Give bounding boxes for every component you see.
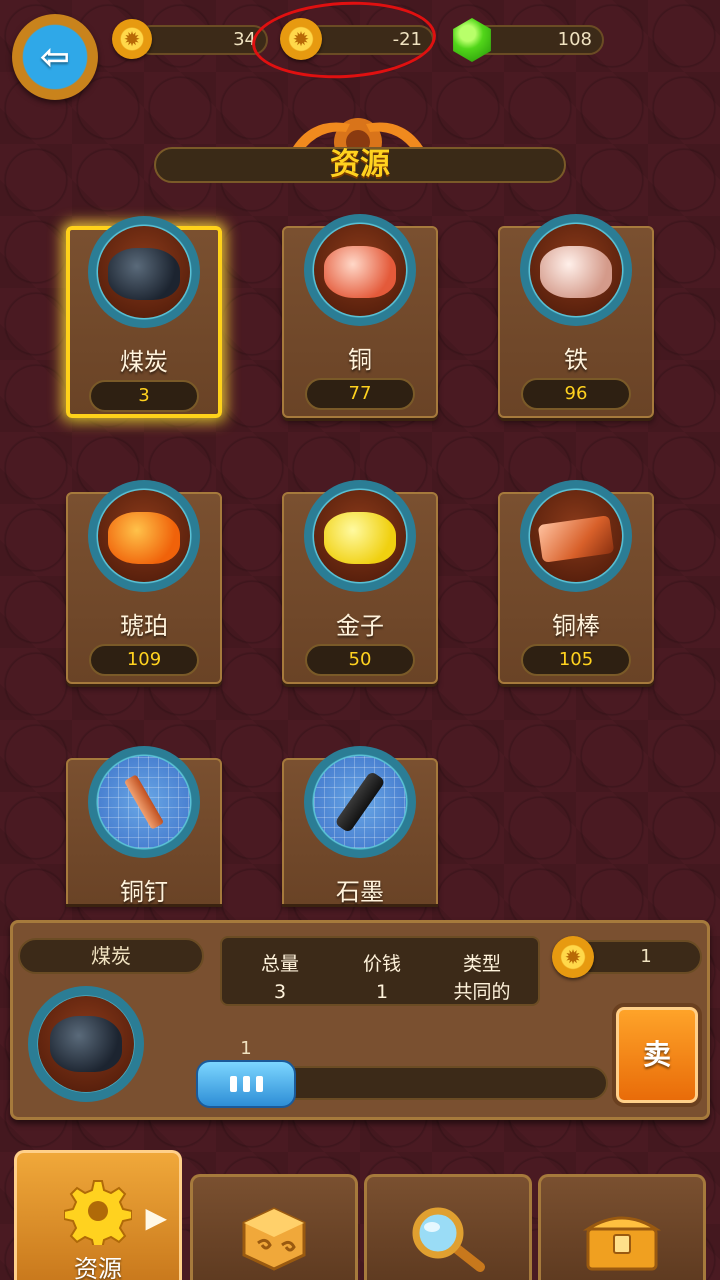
- copper-ore-icon: [304, 214, 416, 326]
- resource-card-amber[interactable]: 琥珀 109: [66, 480, 222, 684]
- sell-button[interactable]: 卖: [612, 1003, 702, 1107]
- iron-ore-icon: [520, 214, 632, 326]
- nav-tab-2[interactable]: [190, 1174, 358, 1280]
- resource-card-graphite[interactable]: 石墨: [282, 746, 438, 906]
- nav-resources[interactable]: ▶ 资源: [14, 1150, 182, 1280]
- amber-icon: [88, 480, 200, 592]
- resource-card-gold[interactable]: 金子 50: [282, 480, 438, 684]
- total-label: 总量: [260, 953, 299, 975]
- resource-card-copper[interactable]: 铜 77: [282, 214, 438, 418]
- coin-icon: ✹: [552, 936, 594, 978]
- expand-arrow-icon: ▶: [145, 1201, 167, 1234]
- resource-card-copper-bar[interactable]: 铜棒 105: [498, 480, 654, 684]
- type-label: 类型: [462, 953, 501, 975]
- gear-currency-icon: ✹: [112, 19, 152, 59]
- price-label: 价钱: [362, 953, 401, 975]
- copper-bar-icon: [520, 480, 632, 592]
- gems-value: 108: [557, 29, 592, 50]
- selected-resource-icon: [28, 986, 144, 1102]
- coal-icon: [88, 216, 200, 328]
- resource-name: 煤炭: [120, 348, 168, 376]
- resource-name: 铜钉: [120, 878, 168, 906]
- spiral-cube-icon: [242, 1207, 306, 1271]
- nav-tab-3[interactable]: [364, 1174, 532, 1280]
- resource-card-copper-nail[interactable]: 铜钉: [66, 746, 222, 906]
- graphite-icon: [304, 746, 416, 858]
- page-title: 资源: [154, 147, 566, 183]
- type-value: 共同的: [453, 981, 511, 1003]
- resource-count: 77: [305, 378, 415, 410]
- selected-resource-name: 煤炭: [18, 938, 204, 974]
- magnifier-icon: [412, 1207, 485, 1272]
- coal-icon: [50, 1016, 122, 1072]
- sell-price-value: 1: [640, 946, 652, 967]
- resource-name: 琥珀: [120, 612, 168, 640]
- red-annotation-circle: [250, 0, 438, 83]
- gems-counter: 108: [472, 25, 604, 55]
- nav-resources-label: 资源: [74, 1255, 122, 1280]
- resource-count: 96: [521, 378, 631, 410]
- resource-name: 铜: [348, 346, 372, 374]
- resource-count: 3: [89, 380, 199, 412]
- back-arrow-icon: ⇦: [39, 36, 71, 78]
- resource-card-iron[interactable]: 铁 96: [498, 214, 654, 418]
- total-value: 3: [273, 981, 287, 1003]
- resource-name: 石墨: [336, 878, 384, 906]
- resource-count: 109: [89, 644, 199, 676]
- gear-icon: [64, 1180, 132, 1245]
- resource-count: 50: [305, 644, 415, 676]
- back-button[interactable]: ⇦: [12, 14, 98, 100]
- quantity-slider-handle[interactable]: [196, 1060, 296, 1108]
- nav-tab-4[interactable]: [538, 1174, 706, 1280]
- resource-name: 金子: [336, 612, 384, 640]
- copper-nail-icon: [88, 746, 200, 858]
- quantity-slider-value: 1: [240, 1038, 252, 1059]
- price-value: 1: [375, 981, 389, 1003]
- resource-name: 铜棒: [552, 612, 600, 640]
- treasure-chest-icon: [582, 1216, 662, 1271]
- resource-card-coal[interactable]: 煤炭 3: [66, 216, 222, 418]
- gears-counter: 34: [136, 25, 268, 55]
- resource-name: 铁: [564, 346, 588, 374]
- gold-nugget-icon: [304, 480, 416, 592]
- resource-count: 105: [521, 644, 631, 676]
- stats-box: 总量 3 价钱 1 类型 共同的: [220, 936, 540, 1006]
